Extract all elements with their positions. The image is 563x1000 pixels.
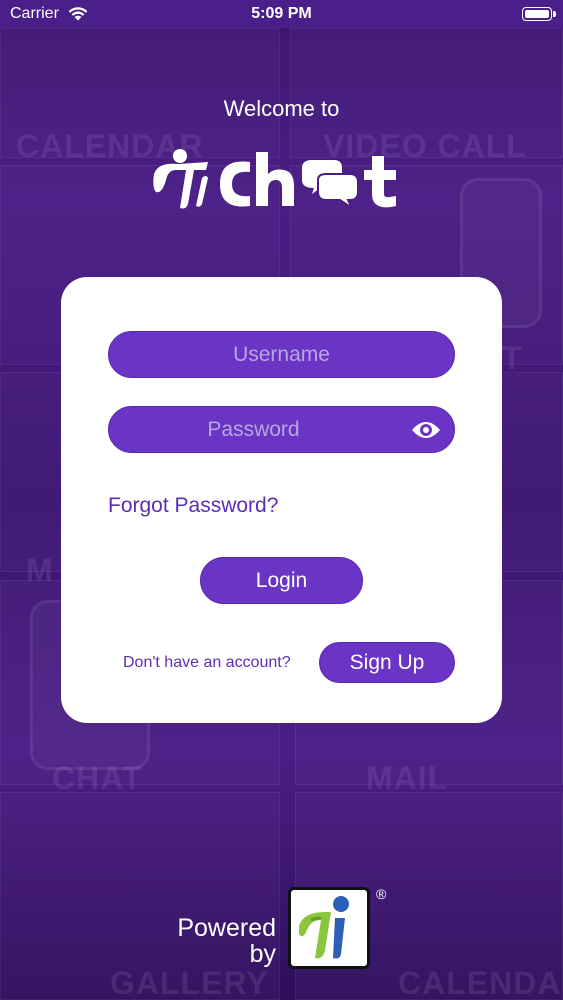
signup-button[interactable]: Sign Up (319, 642, 455, 683)
welcome-text: Welcome to (223, 96, 340, 121)
by-label: by (249, 940, 276, 968)
pichat-logo-icon (153, 149, 396, 211)
pi-logo-icon (299, 896, 349, 959)
forgot-password-link[interactable]: Forgot Password? (108, 494, 278, 518)
clock: 5:09 PM (251, 5, 312, 22)
username-field[interactable] (108, 331, 455, 378)
app-logo (150, 144, 414, 216)
bg-word-mail: MAIL (366, 760, 449, 796)
bg-word-calendar-2: CALENDAR (398, 965, 563, 1000)
bg-word-gallery: GALLERY (110, 965, 269, 1000)
login-button[interactable]: Login (200, 557, 363, 604)
username-input[interactable] (109, 332, 454, 377)
eye-icon[interactable] (410, 418, 442, 442)
company-logo (288, 887, 370, 969)
bg-word-fragment: M (26, 552, 54, 588)
bg-word-fragment: T (502, 340, 523, 376)
bg-word-chat: CHAT (52, 760, 143, 796)
login-card: Forgot Password? Login Don't have an acc… (61, 277, 502, 723)
powered-label: Powered (177, 914, 276, 942)
no-account-text: Don't have an account? (123, 654, 291, 671)
status-bar: Carrier 5:09 PM (0, 0, 563, 28)
password-input[interactable] (109, 407, 454, 452)
password-field[interactable] (108, 406, 455, 453)
powered-by-text: Powered by (172, 915, 276, 967)
registered-mark: ® (376, 886, 387, 902)
battery-icon (522, 7, 556, 21)
